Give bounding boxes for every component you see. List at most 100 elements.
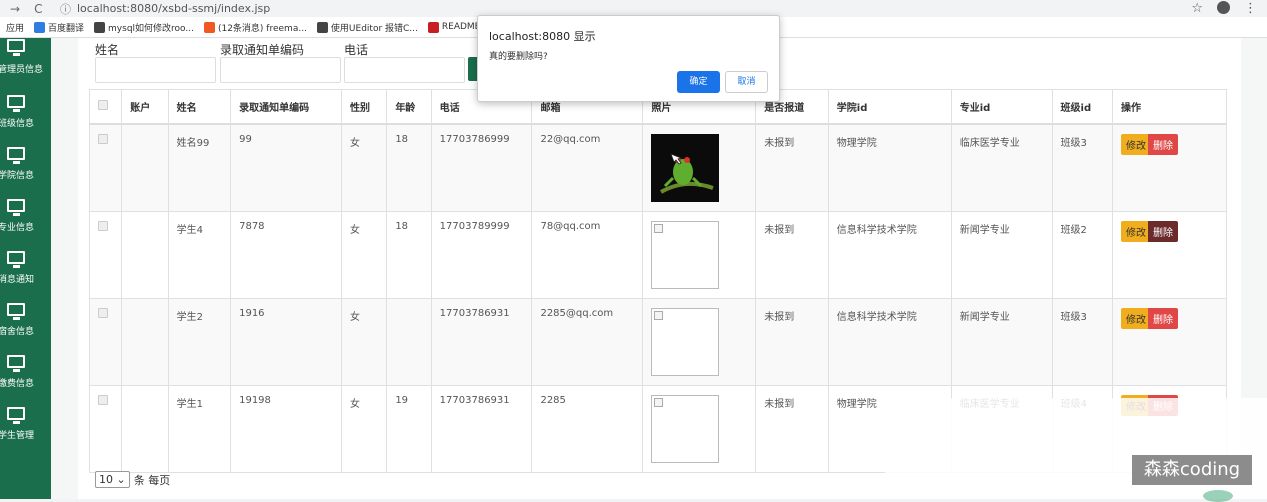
phone-search-input[interactable] <box>344 57 465 83</box>
table-row[interactable]: 学生4 7878 女 18 17703789999 78@qq.com 未报到 信息科学技术学… <box>88 211 1227 299</box>
star-icon[interactable]: ☆ <box>1191 1 1203 16</box>
code-search-input[interactable] <box>220 57 341 83</box>
sidebar-item-label: 管理员信息 <box>0 65 44 75</box>
reload-icon[interactable]: C <box>34 2 42 16</box>
column-header: 性别 <box>340 89 388 125</box>
cell-photo <box>642 211 757 299</box>
dialog-cancel-button[interactable]: 取消 <box>725 71 768 93</box>
select-all-header[interactable] <box>88 89 123 125</box>
dialog-ok-button[interactable]: 确定 <box>677 71 720 93</box>
edit-button[interactable]: 修改 <box>1121 221 1152 242</box>
phone-search-label: 电话 <box>344 43 369 57</box>
bookmark-label: 使用UEditor 报错C... <box>330 23 418 34</box>
profile-avatar-icon[interactable] <box>1217 1 1230 14</box>
cell-phone: 17703786931 <box>430 385 533 473</box>
bookmark-label: mysql如何修改roo... <box>108 23 194 34</box>
bookmark-item[interactable]: 使用UEditor 报错C... <box>316 21 418 34</box>
bookmark-icon <box>94 21 106 33</box>
cell-email: 2285 <box>531 385 644 473</box>
confirm-dialog: localhost:8080 显示 真的要删除吗? 确定 取消 <box>477 15 780 102</box>
cell-actions: 修改删除 <box>1112 211 1227 299</box>
name-search-input[interactable] <box>95 57 216 83</box>
sidebar-item-label: 学院信息 <box>0 171 35 181</box>
column-header: 年龄 <box>386 89 432 125</box>
cell-reported: 未报到 <box>755 211 829 299</box>
edit-button[interactable]: 修改 <box>1121 308 1152 329</box>
cell-age: 19 <box>386 385 432 473</box>
cell-reported: 未报到 <box>755 385 829 473</box>
cell-email: 78@qq.com <box>531 211 644 299</box>
bookmark-label: 应用 <box>6 23 25 34</box>
cell-class: 班级3 <box>1051 298 1114 386</box>
sidebar-item[interactable]: 消息通知 <box>0 244 51 296</box>
url-field[interactable]: localhost:8080/xsbd-ssmj/index.jsp <box>77 2 1191 15</box>
table-row[interactable]: 姓名99 99 女 18 17703786999 22@qq.com 未报到 物理学院 临床医学… <box>88 123 1227 212</box>
info-icon[interactable]: ⓘ <box>60 1 71 17</box>
row-checkbox[interactable] <box>98 221 108 231</box>
cell-email: 22@qq.com <box>531 123 644 212</box>
row-checkbox[interactable] <box>98 134 108 144</box>
menu-kebab-icon[interactable]: ⋮ <box>1244 1 1257 16</box>
cell-major: 临床医学专业 <box>950 123 1053 212</box>
cell-account <box>121 385 169 473</box>
page-size-select[interactable]: 10 ⌄ <box>95 471 130 488</box>
student-photo <box>651 134 720 202</box>
bookmark-item[interactable]: (12条消息) freema... <box>203 21 307 34</box>
cell-age <box>386 298 432 386</box>
cell-class: 班级2 <box>1051 211 1114 299</box>
cell-major: 新闻学专业 <box>950 298 1053 386</box>
browser-nav: → C <box>0 2 60 16</box>
sidebar-item-label: 班级信息 <box>0 119 35 129</box>
sidebar-item-label: 消息通知 <box>0 275 35 285</box>
cell-age: 18 <box>386 211 432 299</box>
cell-name: 学生2 <box>167 298 232 386</box>
cell-photo <box>642 298 757 386</box>
cell-actions: 修改删除 <box>1112 298 1227 386</box>
sidebar-item[interactable]: 宿舍信息 <box>0 296 51 348</box>
table-row[interactable]: 学生2 1916 女 17703786931 2285@qq.com 未报到 信息科学技术学… <box>88 298 1227 386</box>
cell-college: 信息科学技术学院 <box>827 211 952 299</box>
delete-button[interactable]: 删除 <box>1148 308 1179 329</box>
column-header: 账户 <box>121 89 169 125</box>
delete-button[interactable]: 删除 <box>1148 221 1179 242</box>
cell-code: 7878 <box>230 211 342 299</box>
sidebar-item[interactable]: 学生管理 <box>0 400 51 452</box>
cell-phone: 17703786931 <box>430 298 533 386</box>
row-checkbox[interactable] <box>98 308 108 318</box>
cell-phone: 17703786999 <box>430 123 533 212</box>
sidebar-item-label: 宿舍信息 <box>0 327 35 337</box>
bookmark-icon <box>427 21 439 33</box>
sidebar-item[interactable]: 班级信息 <box>0 88 51 140</box>
edit-button[interactable]: 修改 <box>1121 134 1152 155</box>
bookmark-item[interactable]: 百度翻译 <box>34 21 84 34</box>
column-header: 姓名 <box>167 89 232 125</box>
delete-button[interactable]: 删除 <box>1148 134 1179 155</box>
cell-email: 2285@qq.com <box>531 298 644 386</box>
cell-photo <box>642 385 757 473</box>
bookmark-item[interactable]: mysql如何修改roo... <box>94 21 194 34</box>
cell-name: 姓名99 <box>167 123 232 212</box>
bookmark-icon <box>316 21 328 33</box>
sidebar-item[interactable]: 缴费信息 <box>0 348 51 400</box>
cell-account <box>121 123 169 212</box>
broken-image-icon <box>651 221 720 289</box>
sidebar-item[interactable]: 学院信息 <box>0 140 51 192</box>
monitor-icon <box>7 39 25 56</box>
select-all-checkbox[interactable] <box>98 100 108 110</box>
sidebar-item-label: 专业信息 <box>0 223 35 233</box>
cell-phone: 17703789999 <box>430 211 533 299</box>
cell-reported: 未报到 <box>755 298 829 386</box>
forward-icon[interactable]: → <box>10 2 20 16</box>
cell-gender: 女 <box>340 298 388 386</box>
row-checkbox[interactable] <box>98 395 108 405</box>
broken-image-icon <box>651 395 720 463</box>
sidebar-item[interactable]: 管理员信息 <box>0 38 51 90</box>
broken-image-icon <box>651 308 720 376</box>
bookmark-item[interactable]: 应用 <box>6 21 24 34</box>
name-search-label: 姓名 <box>95 43 120 57</box>
row-select-cell <box>88 123 123 212</box>
sidebar-item[interactable]: 专业信息 <box>0 192 51 244</box>
dialog-title: localhost:8080 显示 <box>489 30 596 43</box>
pagination: 10 ⌄ 条 每页 <box>95 471 170 488</box>
column-header: 操作 <box>1112 89 1227 125</box>
